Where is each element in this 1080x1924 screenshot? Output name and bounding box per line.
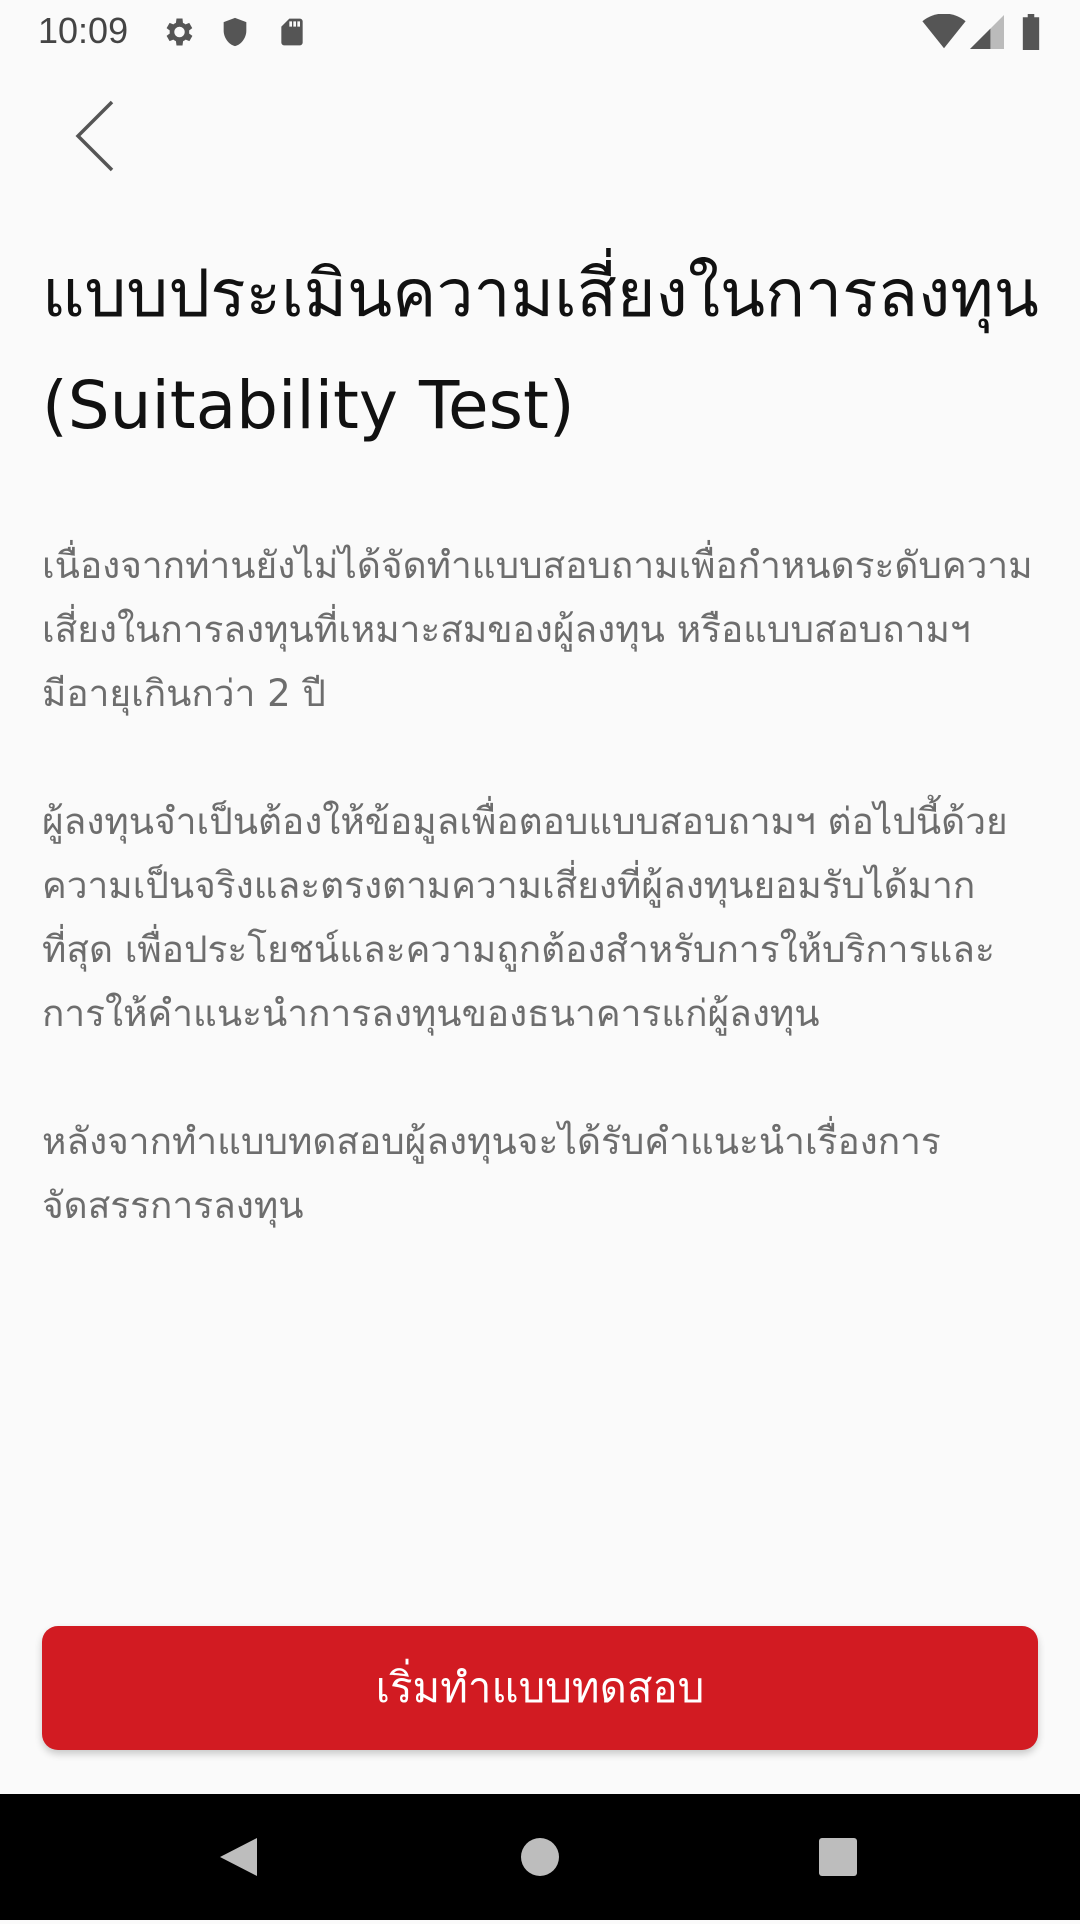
back-triangle-icon [160, 1838, 320, 1924]
status-bar: 10:09 [0, 0, 1080, 64]
nav-back-button[interactable] [160, 1794, 320, 1920]
nav-recents-button[interactable] [758, 1794, 918, 1920]
chevron-left-icon [60, 100, 132, 180]
home-circle-icon [460, 1838, 620, 1924]
signal-icon [970, 14, 1004, 54]
battery-icon [1020, 14, 1042, 54]
sd-card-icon [276, 14, 308, 54]
navigation-bar [0, 1794, 1080, 1920]
instruction-paragraph: ผู้ลงทุนจำเป็นต้องให้ข้อมูลเพื่อตอบแบบสอ… [42, 800, 1008, 1035]
result-paragraph: หลังจากทำแบบทดสอบผู้ลงทุนจะได้รับคำแนะนำ… [42, 1120, 941, 1227]
nav-home-button[interactable] [460, 1794, 620, 1920]
page-title: แบบประเมินความเสี่ยงในการลงทุน (Suitabil… [42, 255, 1039, 444]
status-time: 10:09 [38, 10, 129, 51]
gear-icon [160, 14, 196, 54]
start-test-button[interactable]: เริ่มทำแบบทดสอบ [42, 1626, 1038, 1750]
intro-paragraph: เนื่องจากท่านยังไม่ได้จัดทำแบบสอบถามเพื่… [42, 544, 1033, 715]
back-button[interactable] [60, 96, 132, 176]
recents-square-icon [758, 1838, 918, 1924]
shield-icon [218, 14, 252, 54]
wifi-icon [922, 13, 966, 54]
